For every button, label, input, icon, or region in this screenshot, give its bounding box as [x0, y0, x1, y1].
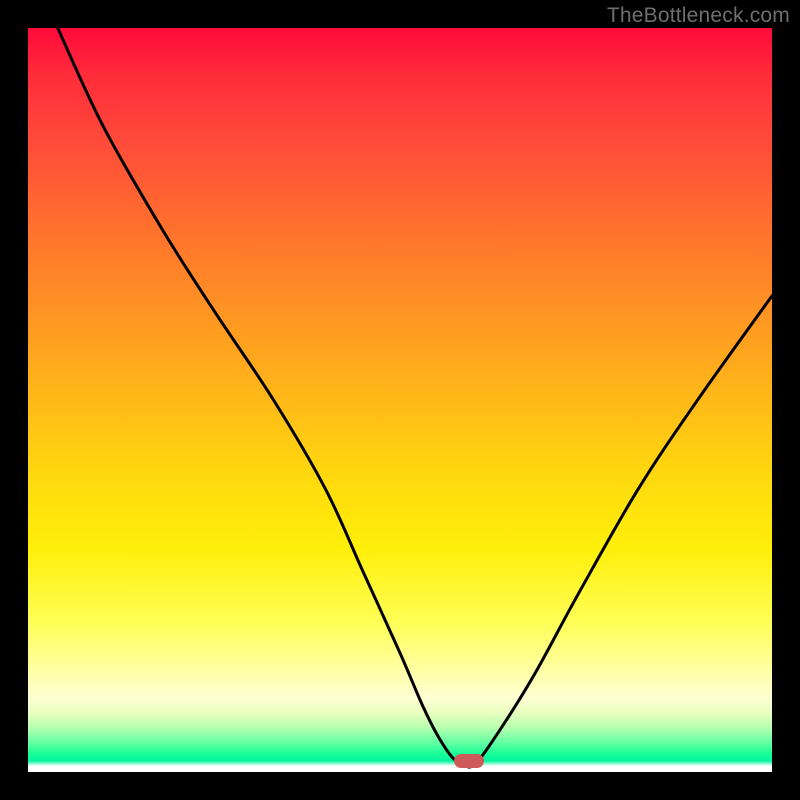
watermark: TheBottleneck.com [607, 4, 790, 28]
plot-area [28, 28, 772, 772]
optimal-marker [454, 754, 484, 768]
curve-path [58, 28, 772, 767]
chart-frame: TheBottleneck.com [0, 0, 800, 800]
bottleneck-curve [28, 28, 772, 772]
